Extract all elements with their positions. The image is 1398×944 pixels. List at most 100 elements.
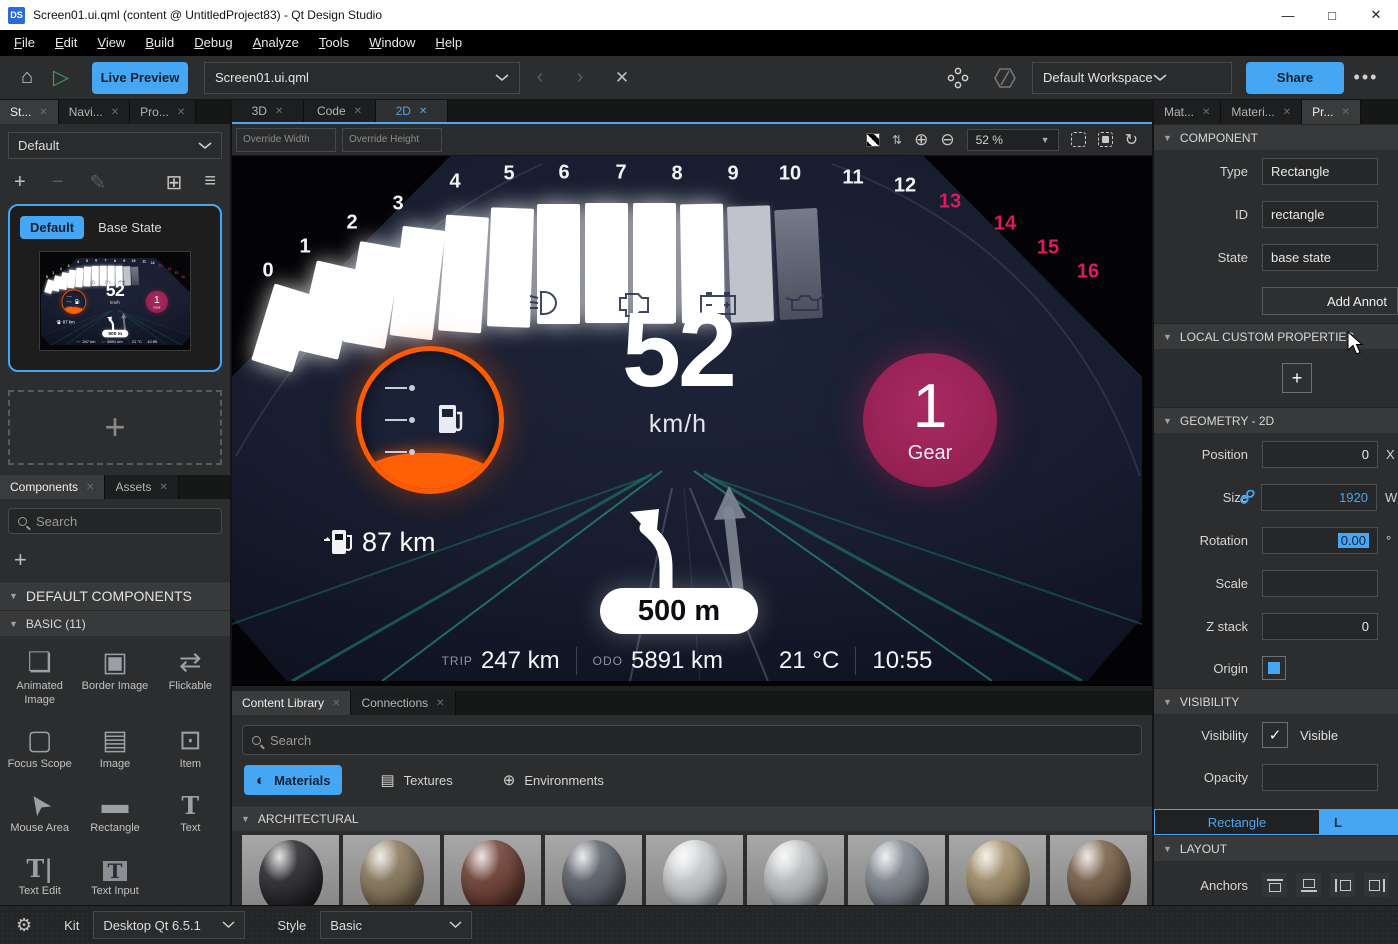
- anchor-top-icon[interactable]: [1262, 873, 1287, 897]
- tab-2d[interactable]: 2D✕: [376, 100, 448, 122]
- menu-window[interactable]: Window: [359, 30, 425, 56]
- menu-view[interactable]: View: [87, 30, 135, 56]
- settings-gear-icon[interactable]: ⚙: [16, 915, 32, 936]
- tab-assets[interactable]: Assets✕: [105, 475, 178, 499]
- add-module-icon[interactable]: +: [0, 543, 230, 581]
- close-icon[interactable]: ✕: [354, 106, 362, 117]
- override-height-input[interactable]: [342, 128, 442, 152]
- close-icon[interactable]: ✕: [275, 106, 283, 117]
- anchor-left-icon[interactable]: [1330, 873, 1355, 897]
- tab-pr[interactable]: Pr...✕: [1302, 100, 1361, 124]
- section-visibility[interactable]: ▼ VISIBILITY: [1154, 688, 1398, 714]
- zoom-in-icon[interactable]: ⊕: [914, 130, 928, 150]
- background-spinner-icon[interactable]: ⇅: [892, 133, 902, 147]
- subtab-rectangle[interactable]: Rectangle: [1154, 809, 1320, 835]
- tab-3d[interactable]: 3D✕: [232, 100, 304, 122]
- tab-st[interactable]: St...✕: [0, 100, 59, 124]
- component-image[interactable]: ▤Image: [77, 720, 152, 772]
- close-icon[interactable]: ✕: [1283, 107, 1291, 118]
- close-icon[interactable]: ✕: [1341, 107, 1349, 118]
- close-icon[interactable]: ✕: [1202, 107, 1210, 118]
- material-concrete[interactable]: [545, 835, 642, 905]
- edit-state-icon[interactable]: ✎: [89, 170, 106, 195]
- tab-materi[interactable]: Materi...✕: [1221, 100, 1302, 124]
- section-geometry-2d[interactable]: ▼ GEOMETRY - 2D: [1154, 407, 1398, 433]
- run-icon[interactable]: ▷: [44, 65, 78, 90]
- section-default-components[interactable]: ▼ DEFAULT COMPONENTS: [0, 581, 230, 610]
- more-options-icon[interactable]: •••: [1344, 67, 1388, 88]
- material-frosted-glass[interactable]: [747, 835, 844, 905]
- close-icon[interactable]: ✕: [436, 698, 444, 709]
- components-search-input[interactable]: [36, 514, 212, 529]
- component-animated-image[interactable]: ❏Animated Image: [2, 642, 77, 708]
- subtab-layout[interactable]: L: [1320, 809, 1398, 835]
- tab-connections[interactable]: Connections✕: [351, 691, 455, 715]
- remove-state-icon[interactable]: −: [52, 171, 64, 194]
- component-item[interactable]: ⊡Item: [153, 720, 228, 772]
- canvas-background-icon[interactable]: [866, 133, 880, 147]
- component-focus-scope[interactable]: ▢Focus Scope: [2, 720, 77, 772]
- back-icon[interactable]: ‹: [520, 66, 560, 89]
- material-marble[interactable]: [848, 835, 945, 905]
- instrument-cluster[interactable]: 012345678910111213141516: [41, 258, 191, 345]
- workspace-selector[interactable]: Default Workspace: [1032, 62, 1232, 94]
- node-graph-icon[interactable]: [946, 66, 970, 90]
- material-woven-wood[interactable]: [1050, 835, 1147, 905]
- grid-view-icon[interactable]: ⊞: [166, 170, 183, 195]
- tab-pro[interactable]: Pro...✕: [130, 100, 196, 124]
- material-red-brick[interactable]: [444, 835, 541, 905]
- override-width-input[interactable]: [236, 128, 336, 152]
- design-canvas[interactable]: 012345678910111213141516: [232, 156, 1152, 686]
- filter-textures[interactable]: ▤Textures: [368, 765, 464, 795]
- section-layout[interactable]: ▼ LAYOUT: [1154, 835, 1398, 861]
- menu-file[interactable]: File: [4, 30, 45, 56]
- component-text-edit[interactable]: T|Text Edit: [2, 847, 77, 899]
- list-view-icon[interactable]: ≡: [204, 170, 216, 195]
- rotation-field[interactable]: 0.00: [1262, 527, 1378, 554]
- menu-help[interactable]: Help: [425, 30, 472, 56]
- component-mouse-area[interactable]: ➤Mouse Area: [2, 784, 77, 836]
- section-basic[interactable]: ▼ BASIC (11): [0, 610, 230, 636]
- zoom-selection-icon[interactable]: [1098, 132, 1113, 147]
- close-icon[interactable]: ✕: [177, 107, 185, 118]
- material-dark-asphalt[interactable]: [242, 835, 339, 905]
- default-state-badge[interactable]: Default: [20, 216, 84, 239]
- tab-code[interactable]: Code✕: [304, 100, 376, 122]
- reset-view-icon[interactable]: ↻: [1125, 130, 1138, 150]
- component-rectangle[interactable]: ▬Rectangle: [77, 784, 152, 836]
- position-x-field[interactable]: 0: [1262, 441, 1378, 468]
- add-custom-property-button[interactable]: +: [1282, 363, 1312, 393]
- anchor-right-icon[interactable]: [1364, 873, 1389, 897]
- filter-materials[interactable]: ◐Materials: [244, 765, 342, 795]
- add-state-icon[interactable]: +: [14, 171, 26, 194]
- content-library-search-input[interactable]: [270, 733, 1132, 748]
- anchor-bottom-icon[interactable]: [1296, 873, 1321, 897]
- menu-tools[interactable]: Tools: [309, 30, 359, 56]
- zoom-level-selector[interactable]: 52 % ▼: [967, 129, 1059, 151]
- close-icon[interactable]: ✕: [332, 698, 340, 709]
- component-border-image[interactable]: ▣Border Image: [77, 642, 152, 708]
- components-search[interactable]: [8, 508, 222, 534]
- forward-icon[interactable]: ›: [560, 66, 600, 89]
- base-state-card[interactable]: Default Base State: [8, 204, 222, 372]
- origin-button[interactable]: [1262, 656, 1286, 680]
- opacity-field[interactable]: [1262, 764, 1378, 791]
- component-flickable[interactable]: ⇄Flickable: [153, 642, 228, 708]
- style-selector[interactable]: Basic: [320, 911, 472, 939]
- close-icon[interactable]: ✕: [419, 106, 427, 117]
- maximize-button[interactable]: □: [1310, 0, 1354, 30]
- scale-field[interactable]: [1262, 570, 1378, 597]
- minimize-button[interactable]: —: [1266, 0, 1310, 30]
- close-icon[interactable]: ✕: [86, 482, 94, 493]
- close-button[interactable]: ✕: [1354, 0, 1398, 30]
- section-component[interactable]: ▼ COMPONENT: [1154, 124, 1398, 150]
- component-text[interactable]: TText: [153, 784, 228, 836]
- close-icon[interactable]: ✕: [39, 107, 47, 118]
- live-preview-button[interactable]: Live Preview: [92, 62, 188, 94]
- instrument-cluster[interactable]: 012345678910111213141516: [232, 156, 1142, 681]
- add-annotation-button[interactable]: Add Annot: [1262, 287, 1398, 315]
- close-icon[interactable]: ✕: [159, 482, 167, 493]
- material-clear-glass[interactable]: [646, 835, 743, 905]
- share-button[interactable]: Share: [1246, 62, 1344, 94]
- file-selector[interactable]: Screen01.ui.qml: [204, 62, 520, 94]
